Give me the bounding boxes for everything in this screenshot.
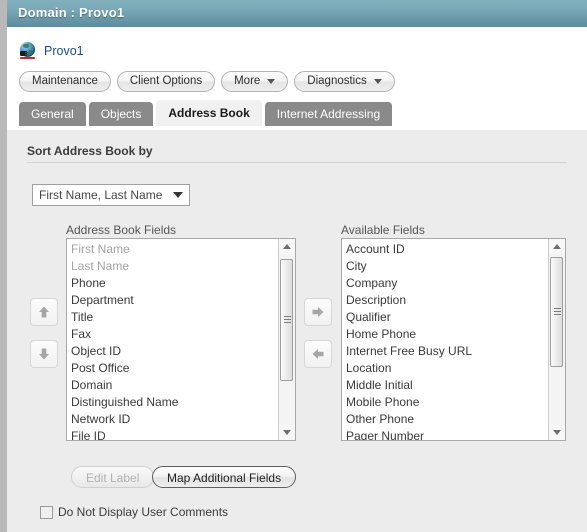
tab-strip: General Objects Address Book Internet Ad… [19, 100, 393, 126]
maintenance-button[interactable]: Maintenance [19, 71, 111, 92]
add-field-button[interactable] [304, 298, 332, 326]
list-item[interactable]: City [346, 258, 548, 275]
map-additional-fields-button[interactable]: Map Additional Fields [152, 466, 297, 488]
chevron-down-icon [173, 192, 183, 198]
list-item[interactable]: Title [71, 309, 278, 326]
header-area: Provo1 Maintenance Client Options More D… [7, 27, 587, 130]
move-down-button[interactable] [30, 340, 58, 368]
chevron-down-icon [373, 79, 382, 84]
edit-label-button-label: Edit Label [86, 471, 140, 485]
scroll-down-icon[interactable] [549, 425, 565, 440]
diagnostics-menu-button-label: Diagnostics [307, 75, 367, 87]
scrollbar-thumb[interactable] [550, 257, 563, 367]
tab-internet-addressing[interactable]: Internet Addressing [264, 102, 393, 126]
globe-network-icon [19, 42, 37, 60]
list-item[interactable]: Last Name [71, 258, 278, 275]
list-item[interactable]: Home Phone [346, 326, 548, 343]
sort-select-value: First Name, Last Name [39, 188, 163, 202]
move-down-icon [39, 348, 49, 360]
list-item[interactable]: Internet Free Busy URL [346, 343, 548, 360]
sort-address-book-by-select[interactable]: First Name, Last Name [32, 184, 190, 206]
tab-general[interactable]: General [19, 102, 86, 126]
window-title: Domain : Provo1 [18, 5, 125, 20]
do-not-display-user-comments-checkbox[interactable] [40, 505, 53, 519]
list-item[interactable]: Network ID [71, 411, 278, 428]
address-book-fields-label: Address Book Fields [66, 223, 177, 237]
address-book-fields-listbox[interactable]: First Name Last Name Phone Department Title F… [66, 238, 296, 441]
diagnostics-menu-button[interactable]: Diagnostics [294, 71, 395, 92]
list-item[interactable]: First Name [71, 241, 278, 258]
object-name-link[interactable]: Provo1 [44, 44, 84, 58]
list-item[interactable]: Other Phone [346, 411, 548, 428]
object-breadcrumb: Provo1 [19, 41, 84, 61]
address-book-fields-items: First Name Last Name Phone Department Title F… [67, 239, 278, 440]
available-fields-listbox[interactable]: Account ID City Company Description Qualifie… [341, 238, 566, 441]
do-not-display-user-comments-label: Do Not Display User Comments [58, 505, 229, 519]
client-options-button[interactable]: Client Options [116, 71, 216, 92]
list-item[interactable]: Distinguished Name [71, 394, 278, 411]
edit-label-button[interactable]: Edit Label [71, 466, 155, 488]
grip-icon [284, 316, 291, 324]
list-item[interactable]: Pager Number [346, 428, 548, 440]
scroll-up-icon[interactable] [549, 239, 565, 254]
do-not-display-user-comments-row[interactable]: Do Not Display User Comments [40, 505, 228, 519]
list-item[interactable]: Middle Initial [346, 377, 548, 394]
list-item[interactable]: Post Office [71, 360, 278, 377]
scrollbar-thumb[interactable] [280, 259, 293, 381]
list-item[interactable]: Mobile Phone [346, 394, 548, 411]
more-menu-button[interactable]: More [221, 71, 289, 92]
list-item[interactable]: Qualifier [346, 309, 548, 326]
available-fields-scrollbar[interactable] [548, 239, 565, 440]
remove-field-button[interactable] [304, 340, 332, 368]
window-title-bar: Domain : Provo1 [7, 0, 587, 27]
list-item[interactable]: Domain [71, 377, 278, 394]
available-fields-items: Account ID City Company Description Qualifie… [342, 239, 548, 440]
list-item[interactable]: Company [346, 275, 548, 292]
grip-icon [554, 308, 561, 316]
tab-internet-addressing-label: Internet Addressing [276, 107, 381, 121]
move-left-icon [312, 349, 324, 359]
move-right-icon [312, 307, 324, 317]
list-item[interactable]: Object ID [71, 343, 278, 360]
scroll-down-icon[interactable] [279, 425, 295, 440]
move-up-button[interactable] [30, 298, 58, 326]
list-item[interactable]: Location [346, 360, 548, 377]
maintenance-button-label: Maintenance [32, 75, 98, 87]
list-item[interactable]: Fax [71, 326, 278, 343]
move-up-icon [39, 306, 49, 318]
tab-objects-label: Objects [100, 107, 142, 121]
tab-general-label: General [31, 107, 74, 121]
list-item[interactable]: Description [346, 292, 548, 309]
section-title: Sort Address Book by [27, 144, 153, 158]
address-book-fields-scrollbar[interactable] [278, 239, 295, 440]
tab-objects[interactable]: Objects [88, 102, 154, 126]
list-item[interactable]: Phone [71, 275, 278, 292]
tab-address-book[interactable]: Address Book [156, 100, 262, 126]
section-divider [27, 162, 567, 163]
available-fields-label: Available Fields [341, 223, 425, 237]
list-item[interactable]: Account ID [346, 241, 548, 258]
action-toolbar: Maintenance Client Options More Diagnost… [19, 71, 395, 92]
client-options-button-label: Client Options [129, 75, 203, 87]
more-menu-button-label: More [234, 75, 261, 87]
map-additional-fields-button-label: Map Additional Fields [167, 471, 282, 485]
tab-address-book-label: Address Book [168, 106, 250, 120]
chevron-down-icon [267, 79, 276, 84]
left-gutter-strip [0, 0, 7, 532]
list-item[interactable]: Department [71, 292, 278, 309]
list-item[interactable]: File ID [71, 428, 278, 440]
scroll-up-icon[interactable] [279, 239, 295, 254]
